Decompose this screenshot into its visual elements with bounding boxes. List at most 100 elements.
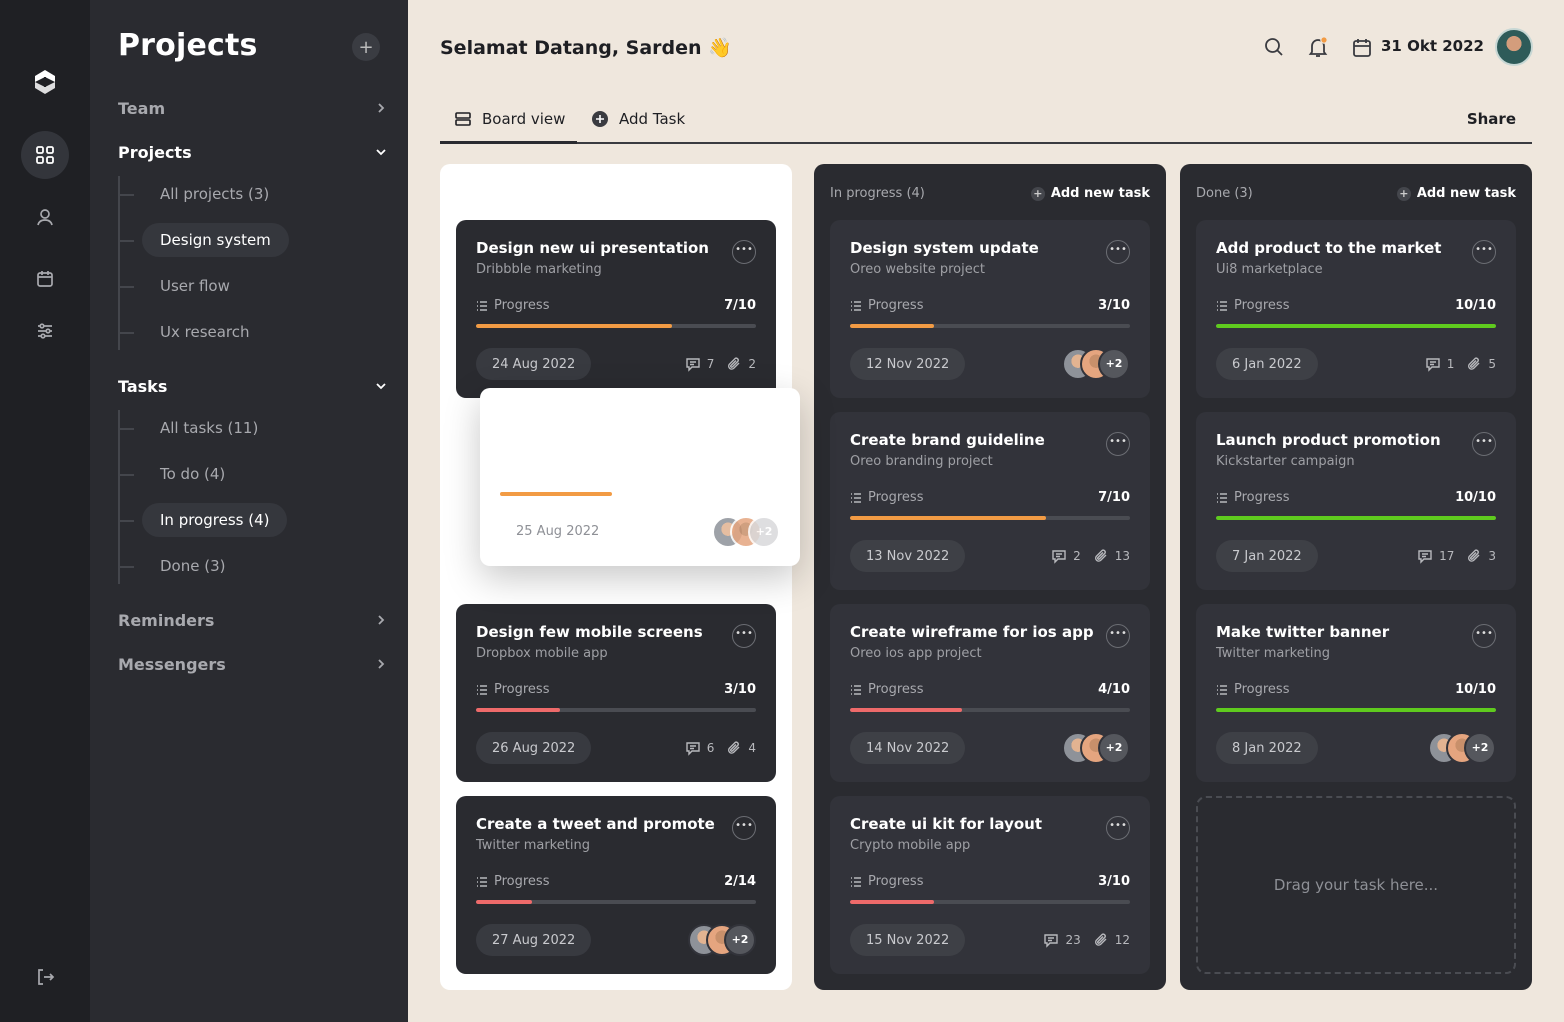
more-options-button[interactable]: ••• xyxy=(1106,816,1130,840)
nav-section-team[interactable]: Team xyxy=(118,96,388,120)
progress-bar xyxy=(850,708,1130,712)
comments-count[interactable]: 6 xyxy=(685,740,714,756)
tab-add-task[interactable]: Add Task xyxy=(591,96,685,142)
add-new-task-button[interactable]: + Add new task xyxy=(1396,186,1516,201)
tree-tick xyxy=(120,240,134,242)
progress-bar-fill xyxy=(476,324,672,328)
comments-count[interactable]: 23 xyxy=(1043,932,1081,948)
progress-value: 10/10 xyxy=(1455,490,1496,505)
card-subtitle: Dropbox mobile app xyxy=(476,646,608,661)
sliders-icon[interactable] xyxy=(21,307,69,355)
assignees: +2 xyxy=(1062,348,1130,380)
task-card[interactable]: Design system update Oreo website project… xyxy=(830,220,1150,398)
tree-tick xyxy=(120,286,134,288)
card-date: 27 Aug 2022 xyxy=(476,924,592,956)
card-subtitle: Twitter marketing xyxy=(1216,646,1330,661)
add-project-button[interactable]: + xyxy=(352,33,380,61)
tree-tick xyxy=(120,332,134,334)
comments-count[interactable]: 7 xyxy=(685,356,714,372)
task-card[interactable]: Launch product promotion Kickstarter camp… xyxy=(1196,412,1516,590)
tab-board-view[interactable]: Board view xyxy=(440,96,577,144)
nav-section-messengers[interactable]: Messengers xyxy=(118,652,388,676)
card-date: 15 Nov 2022 xyxy=(850,924,966,956)
nav-item-done[interactable]: Done (3) xyxy=(142,549,243,583)
nav-item-design-system[interactable]: Design system xyxy=(142,223,289,257)
task-card[interactable]: Add product to the market Ui8 marketplace… xyxy=(1196,220,1516,398)
card-title: Create ui kit for layout xyxy=(850,815,1043,833)
more-options-button[interactable]: ••• xyxy=(1472,624,1496,648)
greeting: Selamat Datang, Sarden 👋 xyxy=(440,37,732,59)
card-title: Make twitter banner xyxy=(1216,623,1390,641)
progress-value: 2/14 xyxy=(724,874,756,889)
list-icon xyxy=(1217,300,1227,311)
nav-item-in-progress[interactable]: In progress (4) xyxy=(142,503,288,537)
card-subtitle: Ui8 marketplace xyxy=(1216,262,1323,277)
tab-label: Add Task xyxy=(619,110,686,128)
card-meta: 23 12 xyxy=(1043,932,1130,948)
attachments-count[interactable]: 3 xyxy=(1466,548,1496,564)
nav-item-user-flow[interactable]: User flow xyxy=(142,269,248,303)
more-assignees-badge: +2 xyxy=(1464,732,1496,764)
user-avatar[interactable] xyxy=(1495,28,1533,66)
calendar-icon[interactable] xyxy=(21,255,69,303)
task-card[interactable]: Create ui kit for layout Crypto mobile ap… xyxy=(830,796,1150,974)
drop-zone[interactable]: Drag your task here... xyxy=(1196,796,1516,974)
nav-section-tasks[interactable]: Tasks xyxy=(118,374,388,398)
comments-count[interactable]: 17 xyxy=(1417,548,1454,564)
more-options-button[interactable]: ••• xyxy=(1106,624,1130,648)
attachments-count[interactable]: 5 xyxy=(1466,356,1496,372)
more-options-button[interactable]: ••• xyxy=(1106,432,1130,456)
search-icon[interactable] xyxy=(1262,35,1286,59)
more-options-button[interactable]: ••• xyxy=(732,624,756,648)
nav-section-projects[interactable]: Projects xyxy=(118,140,388,164)
progress-bar-fill xyxy=(476,708,560,712)
paperclip-icon xyxy=(728,741,740,754)
more-options-button[interactable]: ••• xyxy=(732,240,756,264)
nav-item-ux-research[interactable]: Ux research xyxy=(142,315,268,349)
task-card[interactable]: Create a tweet and promote Twitter market… xyxy=(456,796,776,974)
logout-icon[interactable] xyxy=(21,953,69,1001)
more-assignees-badge: +2 xyxy=(724,924,756,956)
list-icon xyxy=(477,876,487,887)
dashboard-icon[interactable] xyxy=(21,131,69,179)
attachments-count-value: 3 xyxy=(1488,549,1496,563)
dragging-card[interactable]: 25 Aug 2022 +2 xyxy=(480,388,800,566)
nav-item-all-projects[interactable]: All projects (3) xyxy=(142,177,287,211)
progress-label-text: Progress xyxy=(868,298,924,313)
comments-count[interactable]: 1 xyxy=(1425,356,1454,372)
attachments-count[interactable]: 12 xyxy=(1093,932,1130,948)
app-logo-icon[interactable] xyxy=(31,68,59,96)
task-card[interactable]: Design few mobile screens Dropbox mobile … xyxy=(456,604,776,782)
attachments-count[interactable]: 2 xyxy=(726,356,756,372)
comments-count[interactable]: 2 xyxy=(1051,548,1081,564)
list-icon xyxy=(477,684,487,695)
more-options-button[interactable]: ••• xyxy=(1472,432,1496,456)
nav-section-reminders[interactable]: Reminders xyxy=(118,608,388,632)
task-card[interactable]: Create wireframe for ios app Oreo ios app… xyxy=(830,604,1150,782)
nav-item-all-tasks[interactable]: All tasks (11) xyxy=(142,411,276,445)
attachments-count[interactable]: 4 xyxy=(726,740,756,756)
card-title: Design system update xyxy=(850,239,1039,257)
attachments-count[interactable]: 13 xyxy=(1093,548,1130,564)
card-title: Create wireframe for ios app xyxy=(850,623,1094,641)
card-subtitle: Kickstarter campaign xyxy=(1216,454,1355,469)
more-options-button[interactable]: ••• xyxy=(1472,240,1496,264)
paperclip-icon xyxy=(1094,549,1107,562)
task-card[interactable]: Design new ui presentation Dribbble marke… xyxy=(456,220,776,398)
task-card[interactable]: Make twitter banner Twitter marketing ••• P… xyxy=(1196,604,1516,782)
card-date: 26 Aug 2022 xyxy=(476,732,592,764)
more-options-button[interactable]: ••• xyxy=(1106,240,1130,264)
column-header: In progress (4) + Add new task xyxy=(830,186,1150,201)
comment-icon xyxy=(1426,358,1440,372)
column-done: Done (3) + Add new task Drag your task he… xyxy=(1180,164,1532,990)
card-title: Launch product promotion xyxy=(1216,431,1441,449)
card-date: 7 Jan 2022 xyxy=(1216,540,1318,572)
user-icon[interactable] xyxy=(21,193,69,241)
share-button[interactable]: Share xyxy=(1467,96,1516,142)
more-options-button[interactable]: ••• xyxy=(732,816,756,840)
task-card[interactable]: Create brand guideline Oreo branding proj… xyxy=(830,412,1150,590)
nav-item-to-do[interactable]: To do (4) xyxy=(142,457,243,491)
column-todo: Design new ui presentation Dribbble marke… xyxy=(440,164,792,990)
add-new-task-button[interactable]: + Add new task xyxy=(1030,186,1150,201)
bell-icon[interactable] xyxy=(1306,35,1330,59)
